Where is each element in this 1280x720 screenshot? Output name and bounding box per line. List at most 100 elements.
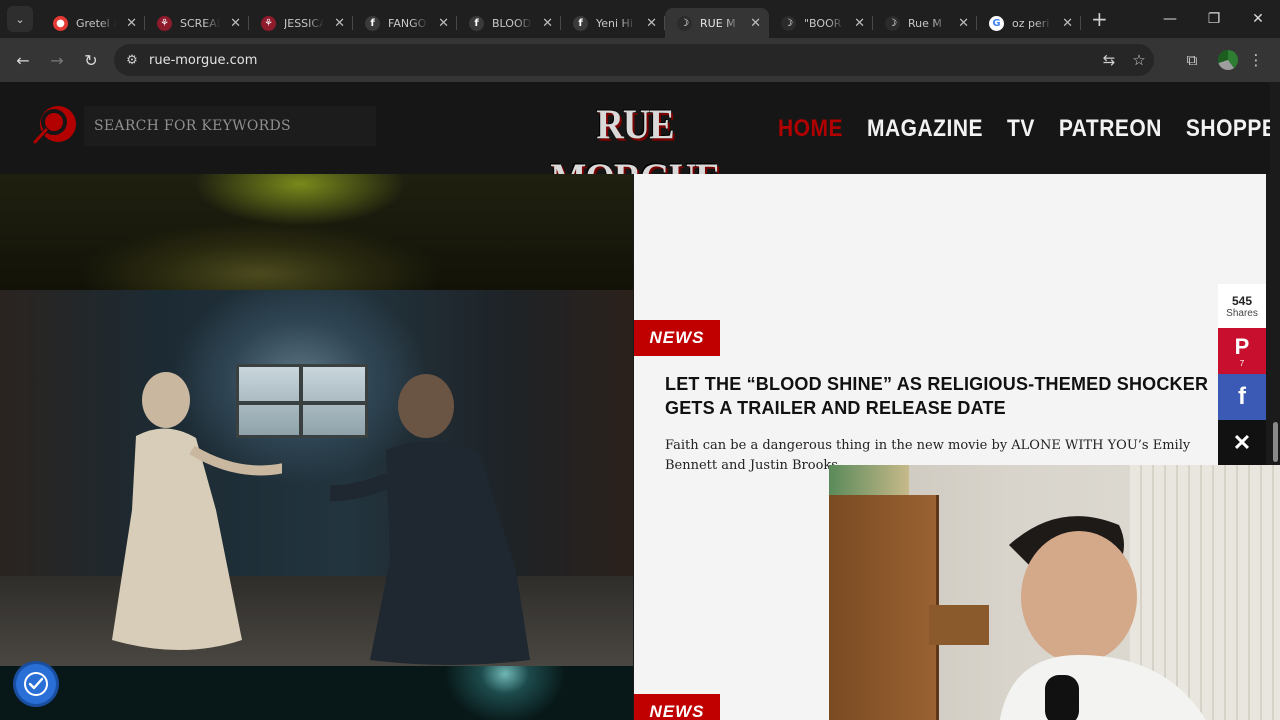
pinterest-icon: P [1234, 334, 1250, 359]
webcam-wardrobe [829, 495, 939, 720]
tab-5[interactable]: f Yeni Hi ✕ [561, 8, 665, 38]
image-figure-woman [112, 372, 282, 650]
tab-favicon-icon: ⚘ [261, 15, 276, 31]
tab-title: oz peri [1012, 16, 1050, 30]
tab-title: RUE M [700, 16, 736, 30]
x-share-button[interactable]: ✕ [1218, 420, 1266, 466]
close-window-button[interactable]: ✕ [1236, 0, 1280, 38]
tab-favicon-icon: ☽ [885, 15, 900, 31]
tab-title: Gretel & [76, 16, 116, 30]
tab-favicon-icon: ● [53, 15, 68, 31]
tab-favicon-icon: ☽ [677, 15, 692, 31]
window-controls: — ❐ ✕ [1148, 0, 1280, 38]
tab-favicon-icon: f [469, 15, 484, 31]
nav-shoppe[interactable]: SHOPPE [1186, 115, 1277, 143]
tab-close-icon[interactable]: ✕ [126, 16, 137, 31]
tab-title: FANGO [388, 16, 427, 30]
browser-tab-bar: ⌄ ● Gretel & ✕ ⚘ SCREAM ✕ ⚘ JESSICA ✕ f FANGO ✕ f BLO… [0, 0, 1280, 38]
tab-0[interactable]: ● Gretel & ✕ [41, 8, 145, 38]
webcam-person [999, 516, 1206, 720]
nav-home[interactable]: HOME [778, 115, 843, 143]
tab-title: BLOOD [492, 16, 532, 30]
article-headline[interactable]: LET THE “BLOOD SHINE” AS RELIGIOUS-THEME… [665, 372, 1225, 424]
tab-close-icon[interactable]: ✕ [542, 16, 553, 31]
image-figure-man [330, 374, 530, 665]
pinterest-count: 7 [1239, 359, 1245, 368]
x-icon: ✕ [1232, 430, 1252, 455]
tab-favicon-icon: ⚘ [157, 15, 172, 31]
tab-close-icon[interactable]: ✕ [646, 16, 657, 31]
screen: ⌄ ● Gretel & ✕ ⚘ SCREAM ✕ ⚘ JESSICA ✕ f FANGO ✕ f BLO… [0, 0, 1280, 720]
profile-avatar[interactable] [1218, 50, 1238, 70]
translate-icon[interactable]: ⇆ [1094, 46, 1124, 74]
category-badge[interactable]: NEWS [634, 320, 720, 356]
restore-button[interactable]: ❐ [1192, 0, 1236, 38]
address-bar[interactable]: ⚙ rue-morgue.com ⇆ ☆ [114, 44, 1154, 76]
arrow-right-icon: → [50, 50, 64, 70]
next-category-badge[interactable]: NEWS [634, 694, 720, 720]
arrow-left-icon: ← [16, 50, 30, 70]
main-nav: HOMEMAGAZINETVPATREONSHOPPEABOUT [778, 112, 1280, 146]
bookmark-star-icon[interactable]: ☆ [1124, 46, 1154, 74]
minimize-button[interactable]: — [1148, 0, 1192, 38]
search-input[interactable]: SEARCH FOR KEYWORDS [84, 106, 376, 146]
webcam-overlay [829, 465, 1280, 720]
new-tab-button[interactable]: + [1091, 9, 1108, 29]
site-info-icon[interactable]: ⚙ [118, 46, 146, 74]
tab-close-icon[interactable]: ✕ [854, 16, 865, 31]
tab-4[interactable]: f BLOOD ✕ [457, 8, 561, 38]
nav-patreon[interactable]: PATREON [1059, 115, 1162, 143]
tab-favicon-icon: f [365, 15, 380, 31]
pinterest-share-button[interactable]: P 7 [1218, 328, 1266, 374]
nav-magazine[interactable]: MAGAZINE [867, 115, 983, 143]
search-icon[interactable] [30, 98, 78, 156]
extensions-icon[interactable]: ⧉ [1174, 44, 1210, 76]
tab-8[interactable]: ☽ Rue M ✕ [873, 8, 977, 38]
nav-tv[interactable]: TV [1007, 115, 1035, 143]
reload-button[interactable]: ↻ [74, 43, 108, 77]
tab-close-icon[interactable]: ✕ [438, 16, 449, 31]
tab-close-icon[interactable]: ✕ [334, 16, 345, 31]
tab-title: JESSICA [284, 16, 324, 30]
scrollbar-thumb[interactable] [1273, 422, 1278, 462]
tab-1[interactable]: ⚘ SCREAM ✕ [145, 8, 249, 38]
share-bar: 545 Shares P 7 f ✕ [1218, 284, 1266, 466]
tab-close-icon[interactable]: ✕ [750, 16, 761, 31]
site-logo[interactable]: RUE MORGUE [528, 102, 742, 203]
tab-7[interactable]: ☽ "BOOR ✕ [769, 8, 873, 38]
tab-strip: ● Gretel & ✕ ⚘ SCREAM ✕ ⚘ JESSICA ✕ f FANGO ✕ f BLOOD… [41, 0, 1081, 38]
article-image[interactable] [0, 290, 633, 666]
tab-close-icon[interactable]: ✕ [958, 16, 969, 31]
tab-favicon-icon: G [989, 15, 1004, 31]
forward-button[interactable]: → [40, 43, 74, 77]
tab-6[interactable]: ☽ RUE M ✕ [665, 8, 769, 38]
facebook-icon: f [1238, 383, 1246, 410]
share-count: 545 Shares [1218, 284, 1266, 328]
tab-title: Rue M [908, 16, 942, 30]
tab-title: "BOOR [804, 16, 842, 30]
article-image-next[interactable] [0, 666, 633, 720]
tab-title: SCREAM [180, 16, 220, 30]
tab-2[interactable]: ⚘ JESSICA ✕ [249, 8, 353, 38]
tab-3[interactable]: f FANGO ✕ [353, 8, 457, 38]
share-count-number: 545 [1231, 293, 1253, 308]
tab-search-button[interactable]: ⌄ [7, 6, 33, 32]
reload-icon: ↻ [84, 50, 98, 70]
back-button[interactable]: ← [6, 43, 40, 77]
tab-9[interactable]: Goz peri ✕ [977, 8, 1081, 38]
url-text[interactable]: rue-morgue.com [149, 53, 257, 68]
tab-separator [1080, 16, 1081, 30]
tab-favicon-icon: f [573, 15, 588, 31]
chevron-down-icon: ⌄ [15, 12, 25, 26]
accessibility-icon [24, 672, 48, 696]
article-image-previous[interactable] [0, 174, 633, 290]
site-header: SEARCH FOR KEYWORDS RUE MORGUE HOME MAGAZ… [0, 82, 1276, 203]
tab-title: Yeni Hi [596, 16, 633, 30]
share-count-label: Shares [1226, 307, 1258, 319]
tab-favicon-icon: ☽ [781, 15, 796, 31]
accessibility-button[interactable] [16, 664, 56, 704]
facebook-share-button[interactable]: f [1218, 374, 1266, 420]
kebab-menu-icon[interactable]: ⋮ [1238, 44, 1274, 76]
tab-close-icon[interactable]: ✕ [1062, 16, 1073, 31]
tab-close-icon[interactable]: ✕ [230, 16, 241, 31]
